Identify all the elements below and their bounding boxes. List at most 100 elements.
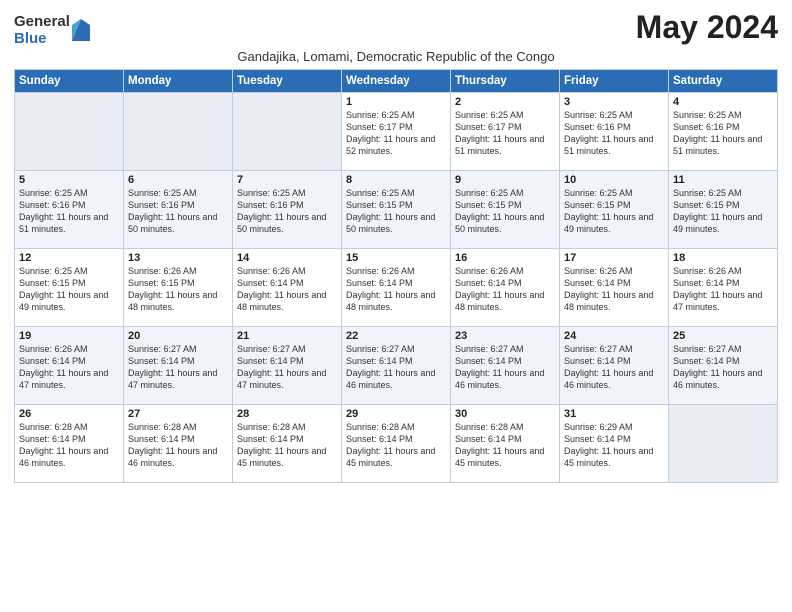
table-row: 1Sunrise: 6:25 AM Sunset: 6:17 PM Daylig… [342,93,451,171]
calendar: Sunday Monday Tuesday Wednesday Thursday… [14,69,778,483]
day-info: Sunrise: 6:26 AM Sunset: 6:14 PM Dayligh… [564,265,664,314]
table-row: 6Sunrise: 6:25 AM Sunset: 6:16 PM Daylig… [124,171,233,249]
day-info: Sunrise: 6:26 AM Sunset: 6:14 PM Dayligh… [346,265,446,314]
day-number: 28 [237,408,337,420]
day-number: 12 [19,252,119,264]
day-info: Sunrise: 6:25 AM Sunset: 6:16 PM Dayligh… [673,109,773,158]
table-row: 14Sunrise: 6:26 AM Sunset: 6:14 PM Dayli… [233,249,342,327]
day-info: Sunrise: 6:25 AM Sunset: 6:16 PM Dayligh… [19,187,119,236]
day-number: 5 [19,174,119,186]
calendar-week-5: 26Sunrise: 6:28 AM Sunset: 6:14 PM Dayli… [15,405,778,483]
table-row: 31Sunrise: 6:29 AM Sunset: 6:14 PM Dayli… [560,405,669,483]
table-row: 10Sunrise: 6:25 AM Sunset: 6:15 PM Dayli… [560,171,669,249]
table-row: 18Sunrise: 6:26 AM Sunset: 6:14 PM Dayli… [669,249,778,327]
col-tuesday: Tuesday [233,70,342,93]
day-info: Sunrise: 6:29 AM Sunset: 6:14 PM Dayligh… [564,421,664,470]
day-number: 30 [455,408,555,420]
day-number: 24 [564,330,664,342]
table-row: 26Sunrise: 6:28 AM Sunset: 6:14 PM Dayli… [15,405,124,483]
logo-text: General Blue [14,14,70,47]
day-info: Sunrise: 6:26 AM Sunset: 6:14 PM Dayligh… [455,265,555,314]
logo-general: General [14,14,70,31]
table-row: 28Sunrise: 6:28 AM Sunset: 6:14 PM Dayli… [233,405,342,483]
col-monday: Monday [124,70,233,93]
day-number: 22 [346,330,446,342]
day-info: Sunrise: 6:25 AM Sunset: 6:15 PM Dayligh… [673,187,773,236]
day-info: Sunrise: 6:27 AM Sunset: 6:14 PM Dayligh… [564,343,664,392]
table-row: 13Sunrise: 6:26 AM Sunset: 6:15 PM Dayli… [124,249,233,327]
calendar-week-4: 19Sunrise: 6:26 AM Sunset: 6:14 PM Dayli… [15,327,778,405]
day-info: Sunrise: 6:25 AM Sunset: 6:15 PM Dayligh… [564,187,664,236]
day-info: Sunrise: 6:28 AM Sunset: 6:14 PM Dayligh… [455,421,555,470]
day-number: 18 [673,252,773,264]
day-info: Sunrise: 6:25 AM Sunset: 6:15 PM Dayligh… [19,265,119,314]
day-number: 11 [673,174,773,186]
table-row [15,93,124,171]
table-row: 4Sunrise: 6:25 AM Sunset: 6:16 PM Daylig… [669,93,778,171]
day-number: 10 [564,174,664,186]
subtitle: Gandajika, Lomami, Democratic Republic o… [14,49,778,64]
col-thursday: Thursday [451,70,560,93]
day-number: 20 [128,330,228,342]
day-number: 15 [346,252,446,264]
table-row: 21Sunrise: 6:27 AM Sunset: 6:14 PM Dayli… [233,327,342,405]
day-info: Sunrise: 6:27 AM Sunset: 6:14 PM Dayligh… [128,343,228,392]
table-row: 20Sunrise: 6:27 AM Sunset: 6:14 PM Dayli… [124,327,233,405]
table-row: 23Sunrise: 6:27 AM Sunset: 6:14 PM Dayli… [451,327,560,405]
table-row: 15Sunrise: 6:26 AM Sunset: 6:14 PM Dayli… [342,249,451,327]
table-row: 3Sunrise: 6:25 AM Sunset: 6:16 PM Daylig… [560,93,669,171]
day-info: Sunrise: 6:25 AM Sunset: 6:15 PM Dayligh… [455,187,555,236]
day-number: 27 [128,408,228,420]
day-info: Sunrise: 6:25 AM Sunset: 6:15 PM Dayligh… [346,187,446,236]
day-number: 19 [19,330,119,342]
day-number: 3 [564,96,664,108]
day-number: 6 [128,174,228,186]
table-row [233,93,342,171]
calendar-week-1: 1Sunrise: 6:25 AM Sunset: 6:17 PM Daylig… [15,93,778,171]
day-number: 4 [673,96,773,108]
day-info: Sunrise: 6:28 AM Sunset: 6:14 PM Dayligh… [346,421,446,470]
day-info: Sunrise: 6:26 AM Sunset: 6:14 PM Dayligh… [237,265,337,314]
table-row: 24Sunrise: 6:27 AM Sunset: 6:14 PM Dayli… [560,327,669,405]
day-number: 29 [346,408,446,420]
logo: General Blue [14,14,90,47]
col-friday: Friday [560,70,669,93]
day-info: Sunrise: 6:26 AM Sunset: 6:14 PM Dayligh… [673,265,773,314]
table-row: 12Sunrise: 6:25 AM Sunset: 6:15 PM Dayli… [15,249,124,327]
table-row: 16Sunrise: 6:26 AM Sunset: 6:14 PM Dayli… [451,249,560,327]
day-info: Sunrise: 6:25 AM Sunset: 6:16 PM Dayligh… [237,187,337,236]
day-number: 13 [128,252,228,264]
calendar-header-row: Sunday Monday Tuesday Wednesday Thursday… [15,70,778,93]
col-wednesday: Wednesday [342,70,451,93]
table-row: 27Sunrise: 6:28 AM Sunset: 6:14 PM Dayli… [124,405,233,483]
table-row: 5Sunrise: 6:25 AM Sunset: 6:16 PM Daylig… [15,171,124,249]
day-info: Sunrise: 6:25 AM Sunset: 6:16 PM Dayligh… [128,187,228,236]
day-info: Sunrise: 6:26 AM Sunset: 6:15 PM Dayligh… [128,265,228,314]
table-row: 11Sunrise: 6:25 AM Sunset: 6:15 PM Dayli… [669,171,778,249]
col-sunday: Sunday [15,70,124,93]
table-row: 19Sunrise: 6:26 AM Sunset: 6:14 PM Dayli… [15,327,124,405]
day-info: Sunrise: 6:28 AM Sunset: 6:14 PM Dayligh… [19,421,119,470]
table-row: 22Sunrise: 6:27 AM Sunset: 6:14 PM Dayli… [342,327,451,405]
day-info: Sunrise: 6:25 AM Sunset: 6:16 PM Dayligh… [564,109,664,158]
day-number: 17 [564,252,664,264]
day-number: 23 [455,330,555,342]
table-row [669,405,778,483]
header: General Blue May 2024 [14,10,778,47]
day-number: 31 [564,408,664,420]
title-block: May 2024 [636,10,778,45]
table-row: 30Sunrise: 6:28 AM Sunset: 6:14 PM Dayli… [451,405,560,483]
table-row: 29Sunrise: 6:28 AM Sunset: 6:14 PM Dayli… [342,405,451,483]
table-row: 8Sunrise: 6:25 AM Sunset: 6:15 PM Daylig… [342,171,451,249]
calendar-week-2: 5Sunrise: 6:25 AM Sunset: 6:16 PM Daylig… [15,171,778,249]
day-number: 2 [455,96,555,108]
day-info: Sunrise: 6:26 AM Sunset: 6:14 PM Dayligh… [19,343,119,392]
table-row: 17Sunrise: 6:26 AM Sunset: 6:14 PM Dayli… [560,249,669,327]
day-number: 1 [346,96,446,108]
day-number: 14 [237,252,337,264]
day-number: 7 [237,174,337,186]
day-info: Sunrise: 6:27 AM Sunset: 6:14 PM Dayligh… [346,343,446,392]
page: General Blue May 2024 Gandajika, Lomami,… [0,0,792,612]
day-info: Sunrise: 6:27 AM Sunset: 6:14 PM Dayligh… [455,343,555,392]
day-number: 8 [346,174,446,186]
